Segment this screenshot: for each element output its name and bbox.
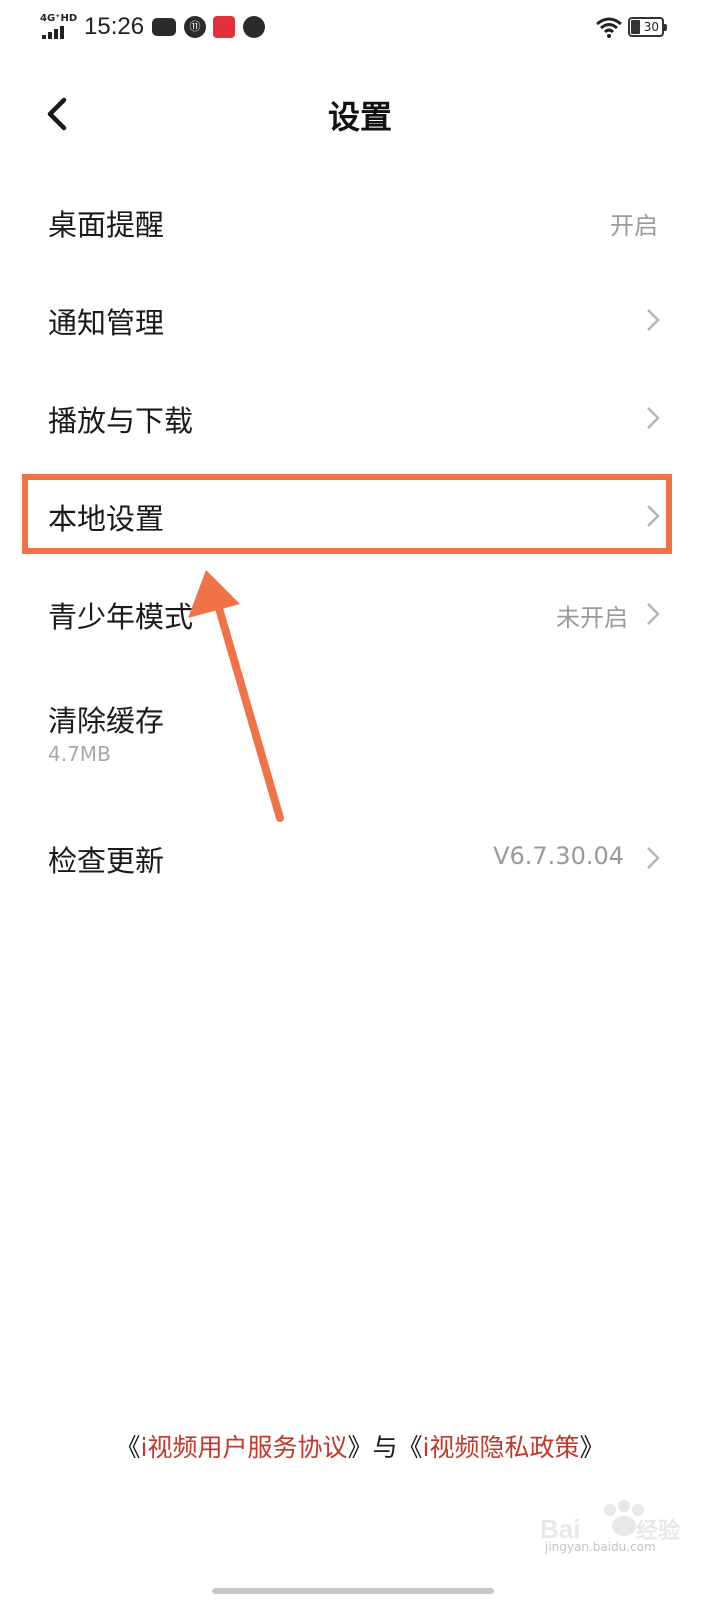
signal-icon [42, 25, 72, 39]
row-label: 清除缓存 [48, 704, 165, 738]
app-red-icon [213, 16, 235, 38]
globe-icon [243, 16, 265, 38]
privacy-policy-link[interactable]: i视频隐私政策 [423, 1433, 580, 1462]
status-bar: 4G⁺HD 15:26 ⑪ 30 [0, 0, 720, 56]
watermark-url: jingyan.baidu.com [545, 1540, 656, 1554]
battery-icon: 30 [628, 17, 667, 37]
settings-row-playback-download[interactable]: 播放与下载 [0, 378, 720, 458]
chevron-right-icon [647, 847, 660, 869]
network-type: 4G⁺HD [40, 13, 78, 24]
bracket: 《 [397, 1433, 423, 1462]
chevron-right-icon [647, 309, 660, 331]
footer-links: 《i视频用户服务协议》与《i视频隐私政策》 [0, 1428, 720, 1464]
status-time: 15:26 [84, 13, 145, 40]
row-value: 未开启 [556, 604, 628, 632]
row-label: 播放与下载 [48, 404, 194, 438]
bracket: 《 [115, 1433, 141, 1462]
user-agreement-link[interactable]: i视频用户服务协议 [141, 1433, 348, 1462]
settings-row-teen-mode[interactable]: 青少年模式 未开启 [0, 574, 720, 654]
page-title: 设置 [327, 98, 392, 136]
one-badge-icon: ⑪ [184, 16, 206, 38]
bracket: 》 [347, 1433, 373, 1462]
version-value: V6.7.30.04 [493, 842, 624, 870]
row-label: 通知管理 [48, 306, 165, 340]
chevron-right-icon [647, 407, 660, 429]
conjunction: 与 [372, 1433, 398, 1462]
highlight-box [22, 474, 672, 554]
settings-row-check-update[interactable]: 检查更新 V6.7.30.04 [0, 818, 720, 898]
car-icon [152, 18, 176, 36]
row-value: 开启 [610, 212, 658, 240]
cache-size: 4.7MB [48, 742, 111, 766]
row-label: 青少年模式 [48, 600, 194, 634]
chevron-right-icon [647, 603, 660, 625]
battery-level: 30 [643, 20, 659, 34]
row-label: 桌面提醒 [48, 208, 165, 242]
settings-row-notification[interactable]: 通知管理 [0, 280, 720, 360]
wifi-icon [596, 17, 622, 38]
home-indicator[interactable] [212, 1588, 494, 1594]
settings-row-clear-cache[interactable]: 清除缓存 4.7MB [0, 678, 720, 778]
row-label: 检查更新 [48, 844, 165, 878]
settings-row-desktop-reminder[interactable]: 桌面提醒 开启 [0, 182, 720, 262]
bracket: 》 [579, 1433, 605, 1462]
